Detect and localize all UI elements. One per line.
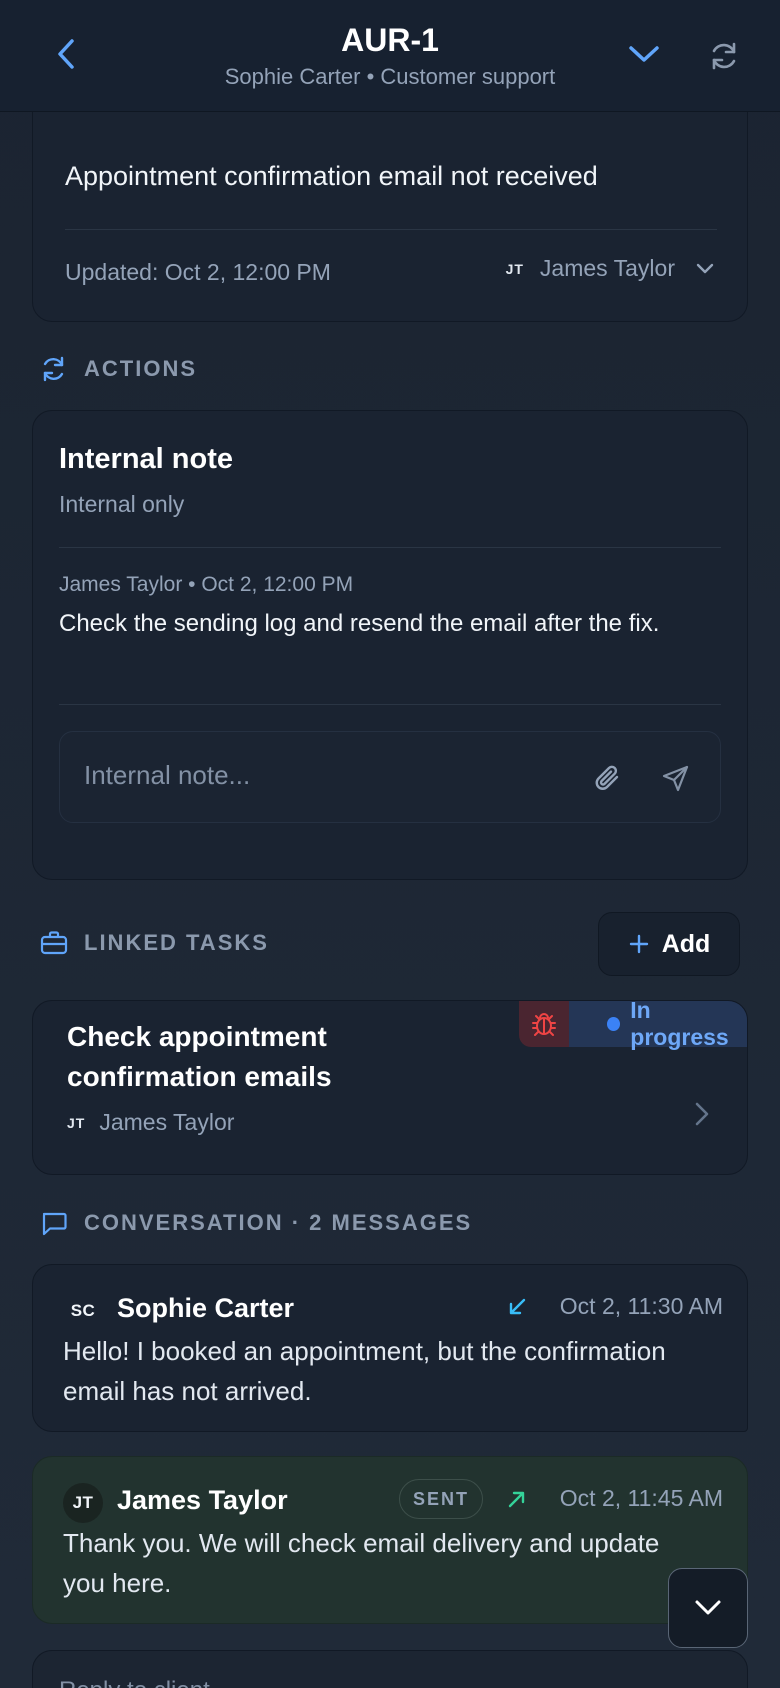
refresh-button[interactable] <box>704 36 744 76</box>
scroll-to-bottom-button[interactable] <box>668 1568 748 1648</box>
task-assignee: JT James Taylor <box>67 1109 234 1136</box>
attach-button[interactable] <box>588 758 628 798</box>
divider <box>59 547 721 548</box>
reply-input[interactable]: Reply to client... <box>32 1650 748 1688</box>
internal-note-subtitle: Internal only <box>59 491 185 517</box>
collapse-button[interactable] <box>624 34 664 74</box>
assignee-dropdown[interactable]: JT James Taylor <box>506 255 715 282</box>
status-label: In progress <box>630 1000 729 1050</box>
refresh-icon <box>43 356 64 382</box>
section-label: ACTIONS <box>84 356 197 381</box>
chevron-down-icon <box>696 263 714 273</box>
actions-section-header: ACTIONS <box>40 355 197 383</box>
linked-task-card[interactable]: Check appointment confirmation emails JT… <box>32 1000 748 1175</box>
send-icon <box>662 765 689 792</box>
avatar: SC <box>70 1301 96 1320</box>
status-dot <box>607 1017 621 1031</box>
divider <box>59 704 721 705</box>
briefcase-icon <box>40 931 68 955</box>
incoming-arrow-icon <box>505 1295 529 1319</box>
chevron-down-icon <box>695 1600 721 1615</box>
outgoing-arrow-icon <box>505 1487 529 1511</box>
note-meta: James Taylor • Oct 2, 12:00 PM <box>59 573 354 596</box>
internal-note-input[interactable]: Internal note... <box>59 731 721 823</box>
refresh-icon <box>712 42 736 70</box>
bug-icon <box>532 1013 556 1036</box>
reply-placeholder: Reply to client... <box>59 1677 230 1688</box>
linked-tasks-section-header: LINKED TASKS <box>40 929 269 957</box>
add-label: Add <box>661 929 711 958</box>
note-text: Check the sending log and resend the ema… <box>59 610 660 637</box>
message-incoming: SC Sophie Carter Oct 2, 11:30 AM Hello! … <box>32 1264 748 1432</box>
avatar: JT <box>63 1483 103 1523</box>
ticket-subject: Appointment confirmation email not recei… <box>65 161 598 191</box>
message-body: Thank you. We will check email delivery … <box>63 1528 660 1598</box>
add-task-button[interactable]: Add <box>598 912 740 976</box>
message-author: Sophie Carter <box>117 1293 295 1323</box>
message-author: James Taylor <box>117 1485 288 1515</box>
assignee-name: James Taylor <box>539 255 675 281</box>
internal-note-card: Internal note Internal only James Taylor… <box>32 410 748 880</box>
assignee-name: James Taylor <box>99 1109 235 1135</box>
divider <box>65 229 717 230</box>
avatar: JT <box>67 1114 86 1131</box>
app-header: AUR-1 Sophie Carter • Customer support <box>0 0 780 112</box>
send-note-button[interactable] <box>656 758 696 798</box>
plus-icon <box>629 934 648 954</box>
section-label: CONVERSATION · 2 MESSAGES <box>84 1210 473 1235</box>
status-badge: In progress <box>569 1001 747 1050</box>
ticket-updated: Updated: Oct 2, 12:00 PM <box>65 259 331 285</box>
input-placeholder: Internal note... <box>84 760 251 790</box>
ticket-summary-card: Appointment confirmation email not recei… <box>32 90 748 322</box>
message-outgoing: JT James Taylor SENT Oct 2, 11:45 AM Tha… <box>32 1456 748 1624</box>
internal-note-title: Internal note <box>59 443 234 475</box>
paperclip-icon <box>595 765 619 790</box>
chat-icon <box>42 1212 67 1236</box>
section-label: LINKED TASKS <box>84 930 269 955</box>
sent-badge: SENT <box>399 1479 483 1519</box>
message-body: Hello! I booked an appointment, but the … <box>63 1336 666 1406</box>
bug-type-badge <box>519 1001 569 1047</box>
chevron-down-icon <box>629 46 659 62</box>
message-time: Oct 2, 11:45 AM <box>559 1485 723 1511</box>
task-title: Check appointment confirmation emails <box>67 1021 332 1092</box>
avatar: JT <box>505 260 524 277</box>
chevron-right-icon <box>687 1099 717 1129</box>
conversation-section-header: CONVERSATION · 2 MESSAGES <box>40 1209 472 1237</box>
message-time: Oct 2, 11:30 AM <box>559 1293 723 1319</box>
